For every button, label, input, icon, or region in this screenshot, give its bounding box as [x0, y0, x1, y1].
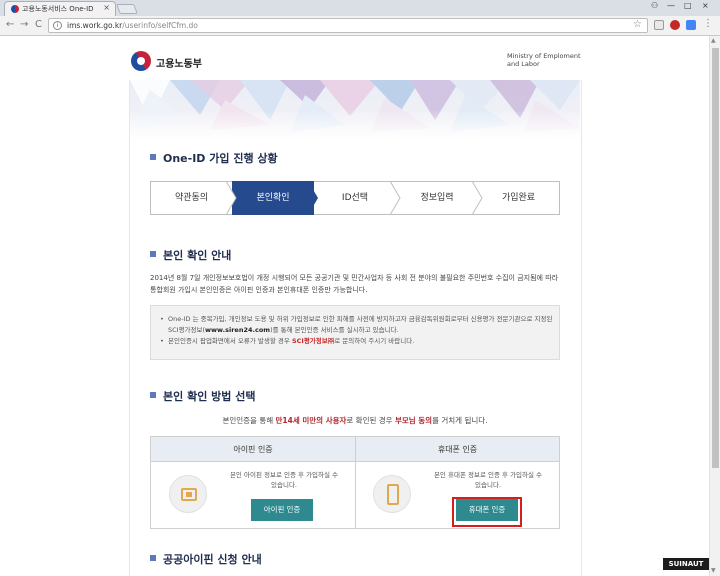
step-identity: 본인확인 — [232, 181, 314, 215]
taegeuk-logo-icon[interactable] — [131, 51, 151, 71]
page-scrollbar[interactable]: ▲ ▼ — [709, 36, 720, 576]
ipin-card-title: 아이핀 인증 — [151, 437, 355, 462]
new-tab-button[interactable] — [116, 4, 138, 14]
siren24-link[interactable]: www.siren24.com — [205, 326, 270, 334]
maximize-button[interactable]: □ — [684, 1, 692, 10]
ipin-icon — [181, 488, 197, 501]
public-ipin-section-title: 공공아이핀 신청 안내 — [150, 551, 262, 567]
extension-icon[interactable] — [654, 20, 664, 30]
reload-button[interactable]: C — [35, 19, 42, 30]
identity-section-title: 본인 확인 안내 — [150, 247, 231, 263]
browser-tab[interactable]: 고용노동서비스 One-ID × — [4, 1, 116, 16]
step-terms: 약관동의 — [150, 181, 232, 215]
method-section-title: 본인 확인 방법 선택 — [150, 388, 255, 404]
scroll-down-icon[interactable]: ▼ — [711, 567, 716, 574]
minimize-button[interactable]: — — [667, 1, 675, 10]
step-id-select: ID선택 — [314, 181, 396, 215]
user-icon[interactable]: ⚇ — [651, 1, 658, 10]
step-label: 정보입력 — [420, 193, 454, 203]
content-border-right — [581, 80, 582, 576]
browser-toolbar: ← → C i ims.work.go.kr/userinfo/selfCfm.… — [0, 16, 720, 36]
step-arrow-icon — [226, 181, 237, 215]
content-border-left — [129, 80, 130, 576]
scroll-thumb[interactable] — [712, 48, 719, 468]
card-divider — [355, 437, 356, 528]
identity-paragraph: 2014년 8월 7일 개인정보보호법이 개정 시행되어 모든 공공기관 및 민… — [150, 274, 559, 294]
phone-card-desc: 본인 휴대폰 정보로 인증 후 가입하실 수 있습니다. — [433, 471, 543, 489]
ipin-card-icon — [169, 475, 207, 513]
close-window-button[interactable]: × — [702, 1, 709, 10]
back-button[interactable]: ← — [6, 19, 14, 30]
notice-item: 본인인증시 팝업화면에서 오류가 발생할 경우 SCI평가정보㈜로 문의하여 주… — [159, 336, 554, 347]
ipin-auth-button[interactable]: 아이핀 인증 — [251, 499, 313, 521]
step-info-input: 정보입력 — [396, 181, 478, 215]
watermark: SUINAUT — [663, 558, 709, 570]
step-label: 가입완료 — [501, 193, 536, 203]
identity-notice-box: One-ID 는 중복가입, 개인정보 도용 및 허위 가입정보로 인한 피해를… — [150, 305, 560, 360]
step-label: ID선택 — [341, 193, 369, 203]
scroll-up-icon[interactable]: ▲ — [711, 37, 716, 44]
progress-section-title: One-ID 가입 진행 상황 — [150, 150, 278, 166]
translate-extension-icon[interactable] — [686, 20, 696, 30]
address-bar[interactable]: i ims.work.go.kr/userinfo/selfCfm.do ☆ — [48, 18, 648, 33]
url-text: ims.work.go.kr/userinfo/selfCfm.do — [67, 21, 198, 30]
ministry-logo-text[interactable]: 고용노동부 — [156, 55, 202, 70]
ministry-english-name: Ministry of Emploment and Labor — [507, 52, 581, 68]
notice-item: One-ID 는 중복가입, 개인정보 도용 및 허위 가입정보로 인한 피해를… — [159, 314, 554, 336]
header-banner — [130, 80, 580, 138]
method-subtext: 본인인증을 통해 만14세 미만의 사용자로 확인된 경우 부모님 동의를 거치… — [222, 416, 488, 425]
bookmark-star-icon[interactable]: ☆ — [633, 19, 642, 30]
step-arrow-icon — [390, 181, 401, 215]
step-arrow-icon — [472, 181, 483, 215]
ipin-card-desc: 본인 아이핀 정보로 인증 후 가입하실 수 있습니다. — [229, 471, 339, 489]
phone-auth-highlight — [452, 497, 522, 527]
phone-card-icon — [373, 475, 411, 513]
menu-icon[interactable]: ⋮ — [703, 18, 713, 29]
adblock-extension-icon[interactable] — [670, 20, 680, 30]
mobile-phone-icon — [387, 484, 399, 505]
step-complete: 가입완료 — [478, 181, 560, 215]
tab-favicon-icon — [11, 5, 19, 13]
tab-title: 고용노동서비스 One-ID — [22, 5, 94, 13]
step-label: 본인확인 — [256, 193, 290, 203]
banner-fade — [130, 110, 580, 138]
step-arrow-icon — [308, 181, 318, 215]
phone-card-title: 휴대폰 인증 — [356, 437, 559, 462]
signup-progress-steps: 약관동의 본인확인 ID선택 정보입력 가입완료 — [150, 181, 560, 215]
forward-button[interactable]: → — [20, 19, 28, 30]
browser-titlebar: 고용노동서비스 One-ID × ⚇ — □ × — [0, 0, 720, 16]
step-label: 약관동의 — [174, 193, 209, 203]
tab-close-icon[interactable]: × — [103, 3, 110, 12]
site-info-icon[interactable]: i — [53, 21, 62, 30]
